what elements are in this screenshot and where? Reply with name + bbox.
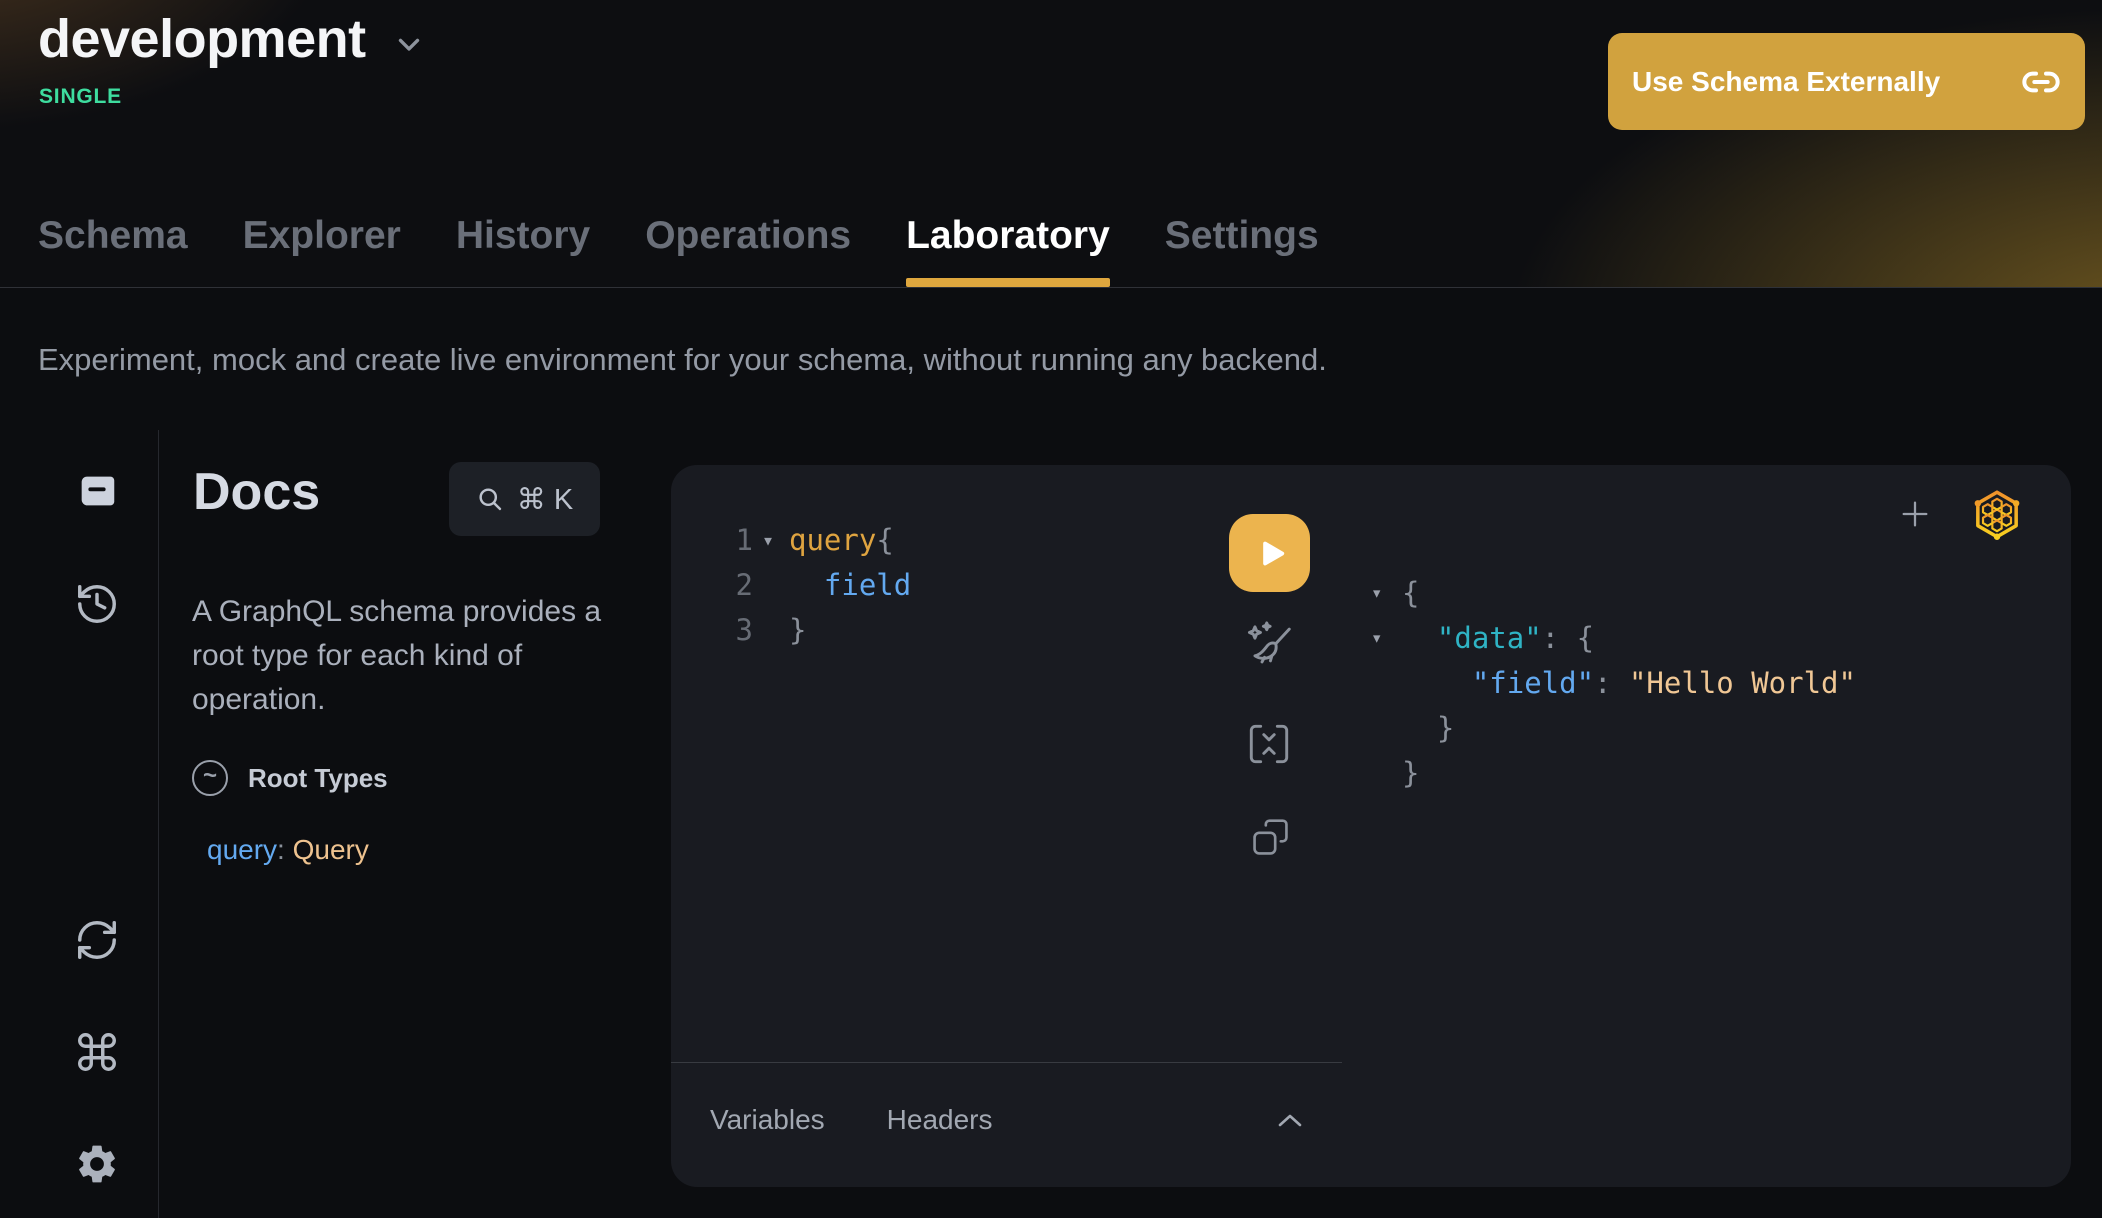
fold-triangle-icon[interactable]: ▾ <box>1371 616 1395 661</box>
copy-query-icon[interactable] <box>1248 815 1293 860</box>
docs-title: Docs <box>193 466 320 518</box>
line-number: 2 <box>727 563 753 608</box>
editor-line-2[interactable]: 2 field <box>727 563 911 608</box>
prettify-icon[interactable] <box>1242 616 1296 676</box>
root-type-query-link[interactable]: query: Query <box>207 834 369 866</box>
merge-fragments-icon[interactable] <box>1244 719 1294 769</box>
nav-tabs: Schema Explorer History Operations Labor… <box>38 216 1319 287</box>
refetch-schema-icon[interactable] <box>73 916 121 964</box>
add-tab-icon[interactable] <box>1898 497 1932 531</box>
tab-schema[interactable]: Schema <box>38 216 188 287</box>
hive-logo-icon[interactable] <box>1968 485 2026 545</box>
docs-panel: Docs ⌘ K A GraphQL schema provides a roo… <box>158 430 672 1218</box>
docs-description: A GraphQL schema provides a root type fo… <box>192 590 637 722</box>
tab-operations[interactable]: Operations <box>645 216 851 287</box>
chevron-up-icon[interactable] <box>1276 1111 1304 1131</box>
tab-laboratory[interactable]: Laboratory <box>906 216 1110 287</box>
search-shortcut-label: ⌘ K <box>517 482 573 517</box>
response-line-4: } <box>1371 706 1856 751</box>
tab-history[interactable]: History <box>456 216 590 287</box>
response-line-5: } <box>1371 751 1856 796</box>
line-number: 1 <box>727 518 753 563</box>
play-icon <box>1249 532 1291 574</box>
header: development SINGLE Use Schema Externally… <box>0 0 2102 288</box>
root-type-name[interactable]: Query <box>293 834 369 865</box>
root-types-section: ~ Root Types <box>192 760 388 796</box>
root-types-label: Root Types <box>248 763 388 794</box>
tab-variables[interactable]: Variables <box>710 1104 825 1136</box>
response-line-3: "field": "Hello World" <box>1371 661 1856 706</box>
response-viewer: ▾ { ▾ "data": { "field": "Hello World" }… <box>1371 571 1856 796</box>
page-title: development <box>38 4 366 74</box>
bottom-tabs: Variables Headers <box>710 1097 993 1142</box>
root-type-icon: ~ <box>192 760 228 796</box>
graphiql-panel: 1 ▾ query{ 2 field 3 } <box>671 465 2071 1187</box>
page-subtitle: Experiment, mock and create live environ… <box>38 342 1327 378</box>
tab-explorer[interactable]: Explorer <box>243 216 401 287</box>
use-schema-externally-label: Use Schema Externally <box>1632 66 1940 98</box>
fold-triangle-icon[interactable]: ▾ <box>753 518 783 563</box>
use-schema-externally-button[interactable]: Use Schema Externally <box>1608 33 2085 130</box>
execute-query-button[interactable] <box>1229 514 1310 592</box>
response-line-2: ▾ "data": { <box>1371 616 1856 661</box>
settings-gear-icon[interactable] <box>73 1140 121 1188</box>
tab-settings[interactable]: Settings <box>1165 216 1319 287</box>
search-icon <box>476 485 504 513</box>
response-line-1: ▾ { <box>1371 571 1856 616</box>
fold-triangle-icon[interactable]: ▾ <box>1371 571 1395 616</box>
shortcut-keys-icon[interactable] <box>73 1028 121 1076</box>
history-icon[interactable] <box>73 580 121 628</box>
editor-line-1[interactable]: 1 ▾ query{ <box>727 518 911 563</box>
docs-book-icon[interactable] <box>73 468 121 516</box>
chevron-down-icon[interactable] <box>392 27 426 61</box>
query-editor[interactable]: 1 ▾ query{ 2 field 3 } <box>727 518 911 653</box>
editor-bottom-divider <box>671 1062 1342 1063</box>
search-button[interactable]: ⌘ K <box>449 462 600 536</box>
line-number: 3 <box>727 608 753 653</box>
root-field-name[interactable]: query <box>207 834 277 865</box>
editor-line-3[interactable]: 3 } <box>727 608 911 653</box>
tab-headers[interactable]: Headers <box>887 1104 993 1136</box>
link-icon <box>2021 62 2061 102</box>
status-badge: SINGLE <box>39 85 122 109</box>
